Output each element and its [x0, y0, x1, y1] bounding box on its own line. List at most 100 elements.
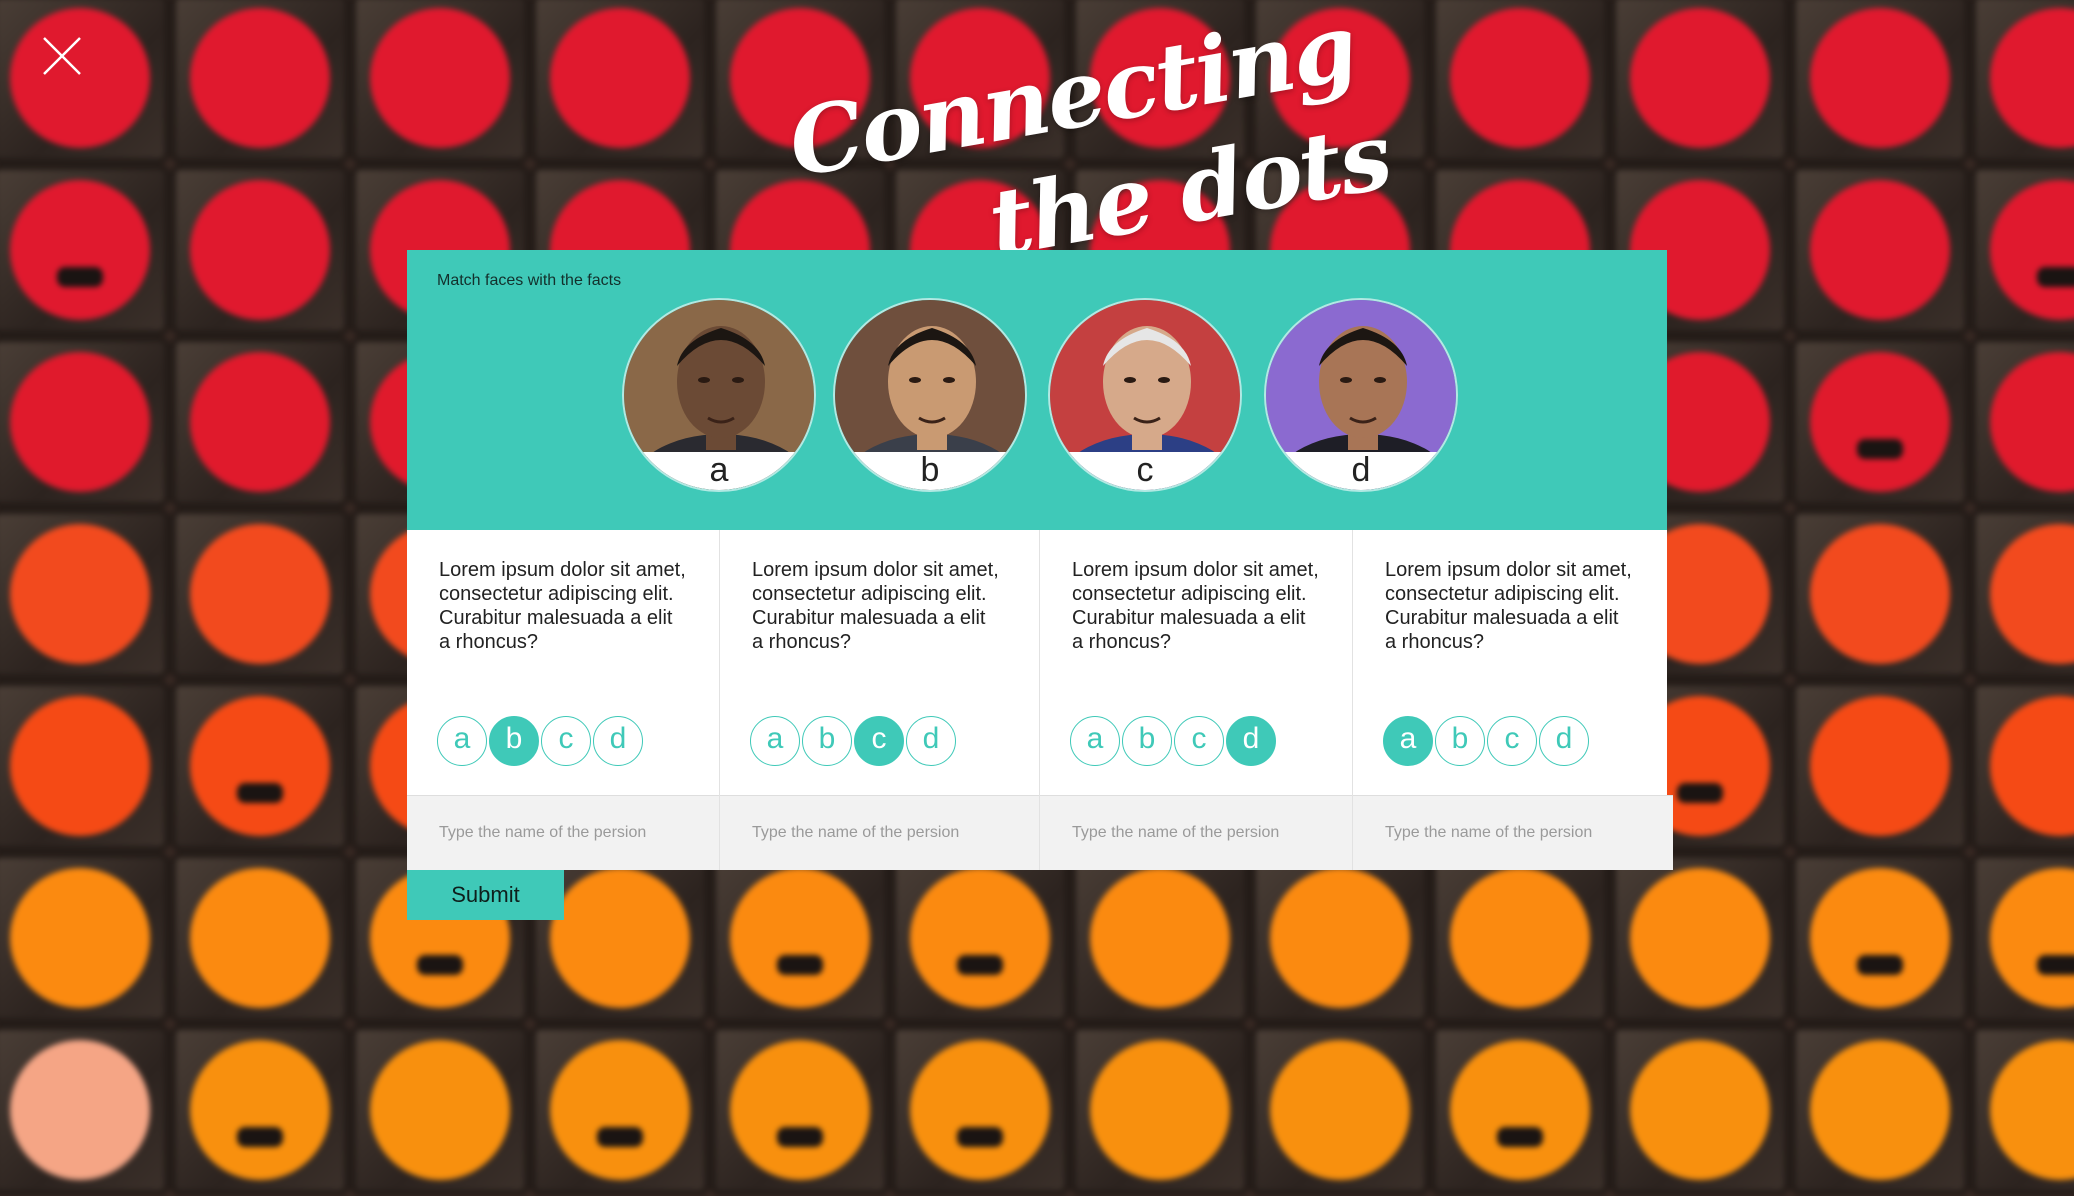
question-body: Lorem ipsum dolor sit amet, consectetur … [720, 530, 1039, 795]
background-dot [190, 352, 330, 492]
background-cell [890, 1024, 1070, 1196]
option-c-button[interactable]: c [1174, 716, 1224, 766]
background-dot [190, 696, 330, 836]
background-cell [1070, 1024, 1250, 1196]
background-cell [170, 508, 350, 680]
question-body: Lorem ipsum dolor sit amet, consectetur … [407, 530, 719, 795]
background-dot [730, 8, 870, 148]
background-cell [1970, 1024, 2074, 1196]
answer-row [1353, 795, 1673, 870]
background-cell [1970, 852, 2074, 1024]
background-cell [1970, 0, 2074, 164]
option-b-button[interactable]: b [489, 716, 539, 766]
background-dot [1270, 8, 1410, 148]
option-c-button[interactable]: c [1487, 716, 1537, 766]
background-dot [1270, 1040, 1410, 1180]
question-card: Lorem ipsum dolor sit amet, consectetur … [720, 530, 1040, 870]
background-dot [550, 1040, 690, 1180]
background-dot [910, 1040, 1050, 1180]
submit-button[interactable]: Submit [407, 870, 564, 920]
background-dot [190, 8, 330, 148]
option-a-button[interactable]: a [437, 716, 487, 766]
background-cell [710, 1024, 890, 1196]
background-cell [170, 1024, 350, 1196]
face-option-d: d [1264, 298, 1458, 492]
background-dot [1990, 8, 2074, 148]
quiz-panel: Match faces with the facts abcd Lorem ip… [407, 250, 1673, 920]
background-dot [1090, 8, 1230, 148]
background-cell [1970, 336, 2074, 508]
background-dot [1810, 180, 1950, 320]
background-cell [1970, 164, 2074, 336]
question-text: Lorem ipsum dolor sit amet, consectetur … [1072, 559, 1319, 653]
background-cell [1250, 0, 1430, 164]
background-dot [370, 1040, 510, 1180]
option-c-button[interactable]: c [854, 716, 904, 766]
background-dot [1990, 180, 2074, 320]
face-letter: b [835, 452, 1025, 490]
background-cell [0, 508, 170, 680]
answer-row [720, 795, 1039, 870]
question-text: Lorem ipsum dolor sit amet, consectetur … [1385, 559, 1632, 653]
option-a-button[interactable]: a [1383, 716, 1433, 766]
background-cell [350, 0, 530, 164]
background-dot [190, 180, 330, 320]
option-a-button[interactable]: a [750, 716, 800, 766]
option-a-button[interactable]: a [1070, 716, 1120, 766]
option-d-button[interactable]: d [593, 716, 643, 766]
background-cell [1610, 1024, 1790, 1196]
background-cell [1070, 0, 1250, 164]
background-dot [190, 1040, 330, 1180]
background-cell [1790, 508, 1970, 680]
option-b-button[interactable]: b [802, 716, 852, 766]
background-dot [1810, 1040, 1950, 1180]
background-cell [350, 1024, 530, 1196]
option-b-button[interactable]: b [1435, 716, 1485, 766]
background-dot [10, 352, 150, 492]
face-option-a: a [622, 298, 816, 492]
background-cell [1790, 0, 1970, 164]
close-button[interactable] [40, 34, 84, 78]
background-dot [1450, 1040, 1590, 1180]
option-b-button[interactable]: b [1122, 716, 1172, 766]
background-cell [170, 0, 350, 164]
face-letter: a [624, 452, 814, 490]
background-dot [1990, 352, 2074, 492]
background-cell [170, 164, 350, 336]
background-dot [1810, 352, 1950, 492]
person-name-input[interactable] [407, 796, 719, 870]
background-cell [170, 680, 350, 852]
background-cell [1790, 852, 1970, 1024]
option-c-button[interactable]: c [541, 716, 591, 766]
person-name-input[interactable] [1353, 796, 1673, 870]
background-cell [170, 852, 350, 1024]
background-cell [0, 0, 170, 164]
question-body: Lorem ipsum dolor sit amet, consectetur … [1040, 530, 1352, 795]
face-option-b: b [833, 298, 1027, 492]
background-cell [0, 680, 170, 852]
background-cell [890, 0, 1070, 164]
background-dot [10, 1040, 150, 1180]
face-option-c: c [1048, 298, 1242, 492]
background-cell [710, 0, 890, 164]
background-cell [1970, 680, 2074, 852]
answer-row [1040, 795, 1352, 870]
option-d-button[interactable]: d [906, 716, 956, 766]
question-body: Lorem ipsum dolor sit amet, consectetur … [1353, 530, 1673, 795]
background-dot [10, 868, 150, 1008]
background-dot [550, 8, 690, 148]
background-cell [0, 852, 170, 1024]
background-dot [1810, 8, 1950, 148]
background-cell [0, 164, 170, 336]
option-d-button[interactable]: d [1226, 716, 1276, 766]
face-letter: d [1266, 452, 1456, 490]
option-d-button[interactable]: d [1539, 716, 1589, 766]
background-dot [1450, 8, 1590, 148]
close-icon [43, 37, 81, 75]
background-cell [1610, 0, 1790, 164]
background-dot [910, 8, 1050, 148]
question-card: Lorem ipsum dolor sit amet, consectetur … [407, 530, 720, 870]
answer-options: abcd [437, 716, 645, 766]
person-name-input[interactable] [1040, 796, 1352, 870]
person-name-input[interactable] [720, 796, 1039, 870]
